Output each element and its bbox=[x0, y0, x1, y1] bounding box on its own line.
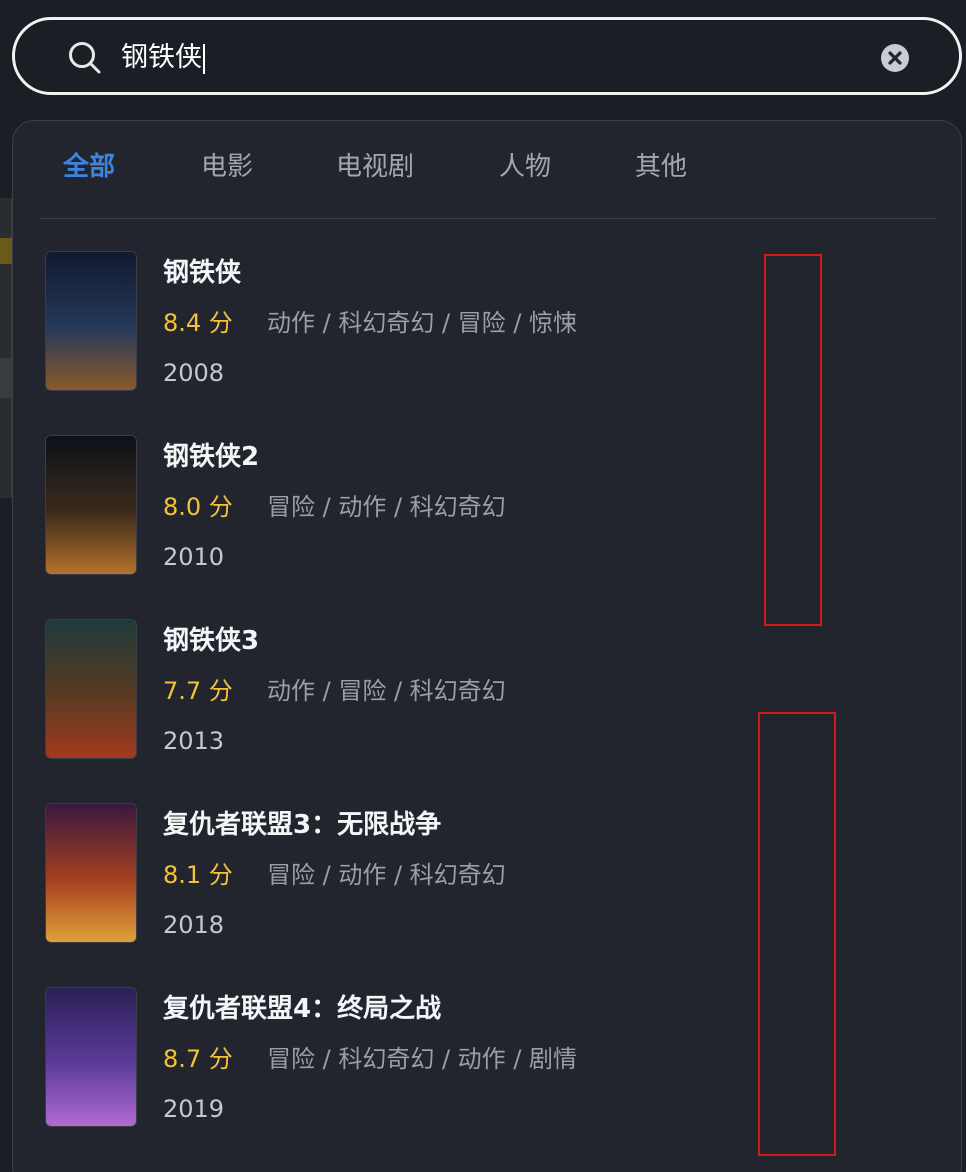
result-title: 钢铁侠 bbox=[163, 258, 242, 288]
search-icon bbox=[69, 42, 101, 74]
result-title: 复仇者联盟4：终局之战 bbox=[163, 994, 442, 1024]
genre-list: 冒险 / 科幻奇幻 / 动作 / 剧情 bbox=[267, 1045, 578, 1073]
genre-list: 冒险 / 动作 / 科幻奇幻 bbox=[267, 493, 506, 521]
rating-score: 8.0 分 bbox=[163, 493, 233, 521]
rating-score: 8.1 分 bbox=[163, 861, 233, 889]
release-year: 2010 bbox=[163, 543, 225, 571]
tab-people[interactable]: 人物 bbox=[499, 147, 551, 187]
tab-other[interactable]: 其他 bbox=[635, 147, 687, 187]
release-year: 2013 bbox=[163, 727, 225, 755]
genre-list: 动作 / 冒险 / 科幻奇幻 bbox=[267, 677, 506, 705]
background-text-fragment bbox=[0, 358, 12, 398]
result-meta: 8.4 分 动作 / 科幻奇幻 / 冒险 / 惊悚 bbox=[163, 303, 577, 343]
result-item[interactable]: 钢铁侠3 7.7 分 动作 / 冒险 / 科幻奇幻 2013 bbox=[45, 619, 745, 759]
result-item[interactable]: 复仇者联盟4：终局之战 8.7 分 冒险 / 科幻奇幻 / 动作 / 剧情 201… bbox=[45, 987, 745, 1127]
result-item[interactable]: 复仇者联盟3：无限战争 8.1 分 冒险 / 动作 / 科幻奇幻 2018 bbox=[45, 803, 745, 943]
rating-score: 7.7 分 bbox=[163, 677, 233, 705]
genre-list: 动作 / 科幻奇幻 / 冒险 / 惊悚 bbox=[267, 309, 578, 337]
result-title: 钢铁侠3 bbox=[163, 626, 260, 656]
search-bar[interactable]: 钢铁侠 bbox=[12, 17, 962, 95]
result-item[interactable]: 钢铁侠2 8.0 分 冒险 / 动作 / 科幻奇幻 2010 bbox=[45, 435, 745, 575]
tab-all[interactable]: 全部 bbox=[63, 147, 115, 187]
rating-score: 8.7 分 bbox=[163, 1045, 233, 1073]
genre-list: 冒险 / 动作 / 科幻奇幻 bbox=[267, 861, 506, 889]
tab-tv-series[interactable]: 电视剧 bbox=[336, 147, 414, 187]
annotation-box bbox=[764, 254, 822, 626]
clear-icon[interactable] bbox=[880, 43, 910, 73]
tab-movies[interactable]: 电影 bbox=[201, 147, 253, 187]
search-input[interactable]: 钢铁侠 bbox=[121, 38, 821, 78]
result-meta: 8.7 分 冒险 / 科幻奇幻 / 动作 / 剧情 bbox=[163, 1039, 577, 1079]
result-meta: 8.0 分 冒险 / 动作 / 科幻奇幻 bbox=[163, 487, 506, 527]
release-year: 2008 bbox=[163, 359, 225, 387]
release-year: 2018 bbox=[163, 911, 225, 939]
rating-score: 8.4 分 bbox=[163, 309, 233, 337]
result-meta: 7.7 分 动作 / 冒险 / 科幻奇幻 bbox=[163, 671, 506, 711]
release-year: 2019 bbox=[163, 1095, 225, 1123]
poster-thumbnail bbox=[45, 803, 137, 943]
poster-thumbnail bbox=[45, 435, 137, 575]
poster-thumbnail bbox=[45, 619, 137, 759]
annotation-box bbox=[758, 712, 836, 1156]
poster-thumbnail bbox=[45, 987, 137, 1127]
background-content-edge bbox=[0, 198, 12, 498]
result-title: 钢铁侠2 bbox=[163, 442, 260, 472]
text-caret bbox=[203, 43, 205, 74]
category-tabs: 全部 电影 电视剧 人物 其他 bbox=[39, 121, 937, 219]
search-query-text: 钢铁侠 bbox=[121, 42, 202, 73]
result-meta: 8.1 分 冒险 / 动作 / 科幻奇幻 bbox=[163, 855, 506, 895]
result-title: 复仇者联盟3：无限战争 bbox=[163, 810, 442, 840]
poster-thumbnail bbox=[45, 251, 137, 391]
background-image-fragment bbox=[0, 238, 12, 264]
result-item[interactable]: 钢铁侠 8.4 分 动作 / 科幻奇幻 / 冒险 / 惊悚 2008 bbox=[45, 251, 745, 391]
